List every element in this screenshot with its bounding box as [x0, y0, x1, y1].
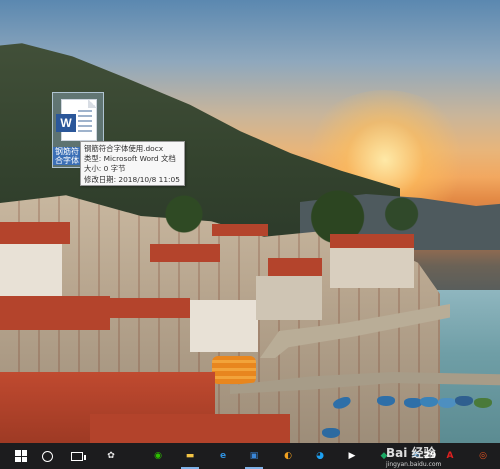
watermark-text: Bai 经验	[386, 446, 436, 460]
file-label: 钢筋符 合字体	[53, 147, 83, 165]
boat	[322, 428, 340, 438]
cortana-circle-icon	[41, 450, 53, 462]
ubuntu-icon: ◎	[479, 451, 487, 461]
building-wall	[256, 276, 322, 320]
desktop-wallpaper	[0, 0, 500, 443]
taskbar-store-button[interactable]: ▣	[241, 443, 267, 469]
taskbar-file-explorer-button[interactable]: ▬	[177, 443, 203, 469]
taskbar-edge-button[interactable]: e	[210, 443, 236, 469]
building-wall	[0, 244, 62, 296]
roof	[268, 258, 322, 276]
baidu-jingyan-watermark: Bai 经验 jingyan.baidu.com	[386, 444, 441, 468]
taskbar-qq-button[interactable]: ◕	[307, 443, 333, 469]
file-label-line: 钢筋符	[55, 147, 79, 156]
roof	[0, 296, 110, 330]
task-view-button[interactable]	[64, 443, 90, 469]
acrobat-icon: A	[446, 451, 454, 461]
taskbar-qq-browser-button[interactable]: ◐	[275, 443, 301, 469]
roof	[0, 222, 70, 244]
task-view-icon	[71, 451, 86, 461]
boat	[377, 396, 395, 406]
roof	[212, 224, 268, 236]
tooltip-modified: 修改日期: 2018/10/8 11:05	[84, 174, 180, 184]
file-explorer-icon: ▬	[185, 451, 195, 461]
roof	[90, 414, 290, 443]
windows-logo-icon	[15, 450, 27, 462]
taskbar-ubuntu-button[interactable]: ◎	[470, 443, 496, 469]
taskbar-wechat-button[interactable]: ◉	[145, 443, 171, 469]
building-wall	[190, 300, 258, 352]
store-icon: ▣	[249, 451, 259, 461]
video-editor-icon: ▶	[348, 451, 356, 461]
file-info-tooltip: 钢筋符合字体使用.docx 类型: Microsoft Word 文档 大小: …	[80, 141, 185, 186]
word-badge: W	[56, 114, 76, 132]
tooltip-type: 类型: Microsoft Word 文档	[84, 154, 176, 164]
edge-icon: e	[219, 451, 227, 461]
boat	[420, 397, 438, 407]
start-button[interactable]	[8, 443, 34, 469]
boat	[455, 396, 473, 406]
wechat-icon: ◉	[154, 451, 162, 461]
file-label-line: 合字体	[55, 156, 79, 165]
boat	[438, 398, 456, 408]
pinwheel-icon: ✿	[107, 451, 115, 461]
roof	[150, 244, 220, 262]
tooltip-title: 钢筋符合字体使用.docx	[84, 144, 164, 153]
tooltip-size: 大小: 0 字节	[84, 164, 126, 174]
roof	[330, 234, 414, 248]
cortana-search-button[interactable]	[34, 443, 60, 469]
qq-browser-icon: ◐	[284, 451, 292, 461]
word-document-icon: W	[56, 99, 97, 141]
umbrellas	[212, 356, 256, 384]
qq-icon: ◕	[316, 451, 324, 461]
boat	[474, 398, 492, 408]
building-wall	[330, 248, 414, 288]
watermark-url: jingyan.baidu.com	[386, 461, 442, 468]
roof	[110, 298, 190, 318]
document-lines	[78, 110, 92, 134]
taskbar-video-editor-button[interactable]: ▶	[339, 443, 365, 469]
taskbar-pinwheel-button[interactable]: ✿	[98, 443, 124, 469]
